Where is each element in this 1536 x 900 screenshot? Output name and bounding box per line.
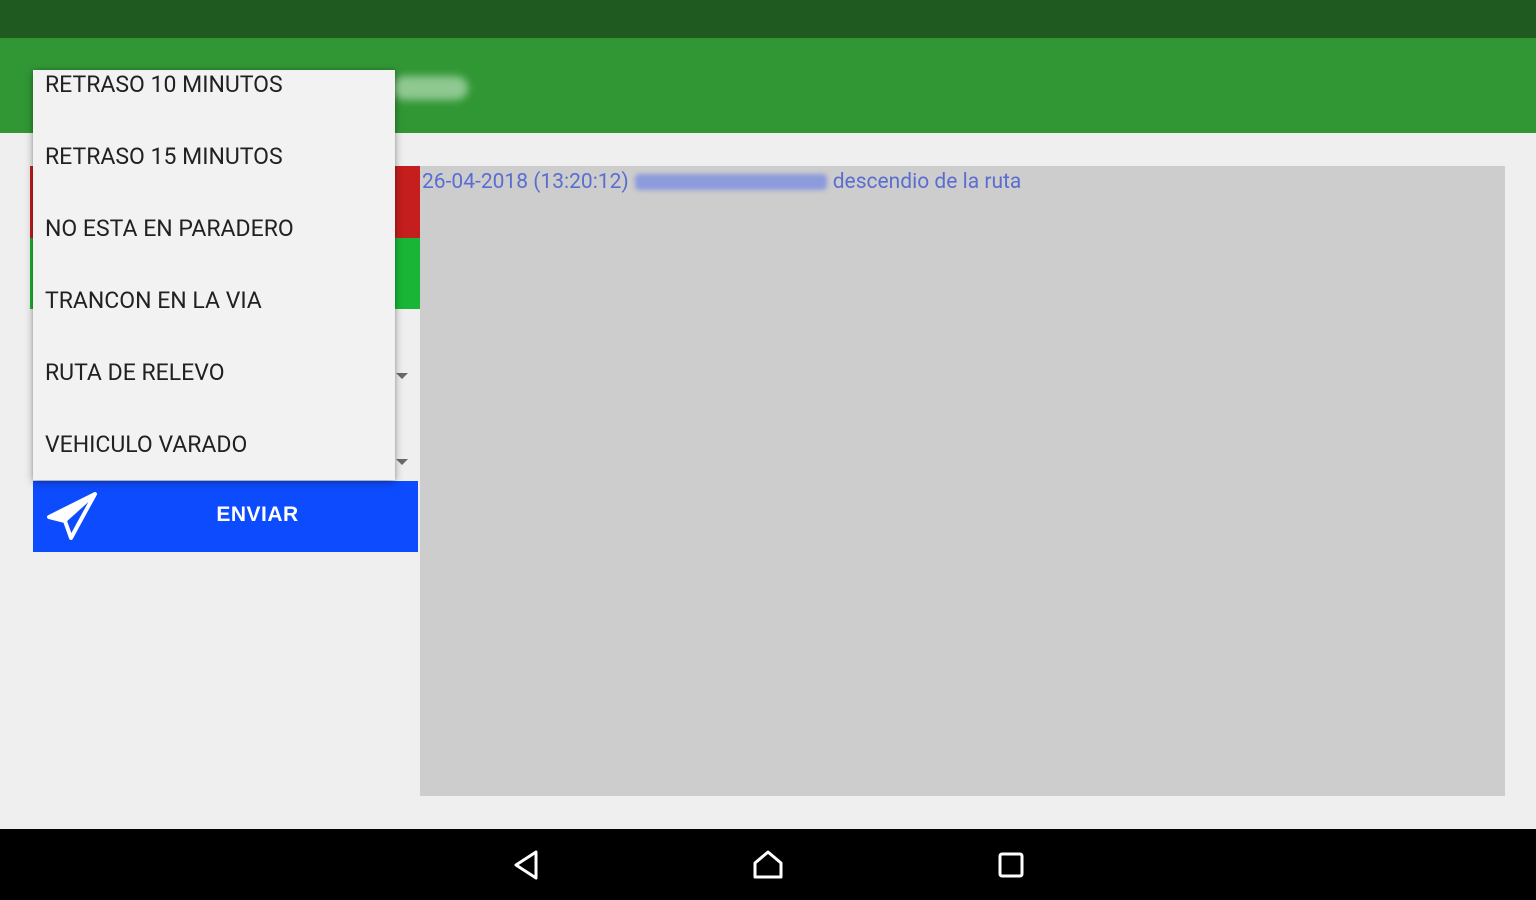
dropdown-item-label: RETRASO 15 MINUTOS: [45, 142, 283, 170]
system-nav-bar: [0, 829, 1536, 900]
dropdown-item-label: TRANCON EN LA VIA: [45, 286, 262, 314]
dropdown-item-label: VEHICULO VARADO: [45, 430, 248, 458]
dropdown-item-label: RETRASO 10 MINUTOS: [45, 70, 283, 98]
send-button-label: ENVIAR: [216, 503, 299, 526]
spinner-arrow-icon[interactable]: [396, 373, 408, 379]
log-redacted-name: [634, 174, 827, 190]
send-button[interactable]: ENVIAR: [33, 481, 418, 552]
log-timestamp: 26-04-2018 (13:20:12): [422, 170, 629, 194]
log-message: descendio de la ruta: [832, 170, 1022, 194]
incident-dropdown-popup: RETRASO 10 MINUTOS RETRASO 15 MINUTOS NO…: [33, 70, 395, 480]
back-icon[interactable]: [508, 847, 544, 883]
home-icon[interactable]: [750, 847, 786, 883]
dropdown-item[interactable]: RETRASO 10 MINUTOS: [33, 70, 395, 120]
dropdown-item[interactable]: RUTA DE RELEVO: [33, 336, 395, 408]
dropdown-item[interactable]: RETRASO 15 MINUTOS: [33, 120, 395, 192]
dropdown-item[interactable]: VEHICULO VARADO: [33, 408, 395, 480]
dropdown-item[interactable]: NO ESTA EN PARADERO: [33, 192, 395, 264]
app-title-redacted: [392, 76, 468, 100]
dropdown-item[interactable]: TRANCON EN LA VIA: [33, 264, 395, 336]
recents-icon[interactable]: [993, 847, 1029, 883]
log-entry: 26-04-2018 (13:20:12) descendio de la ru…: [422, 170, 1021, 194]
log-panel: 26-04-2018 (13:20:12) descendio de la ru…: [420, 166, 1505, 796]
status-bar: [0, 0, 1536, 38]
dropdown-item-label: RUTA DE RELEVO: [45, 358, 225, 386]
dropdown-item-label: NO ESTA EN PARADERO: [45, 214, 294, 242]
spinner-arrow-icon[interactable]: [396, 459, 408, 465]
